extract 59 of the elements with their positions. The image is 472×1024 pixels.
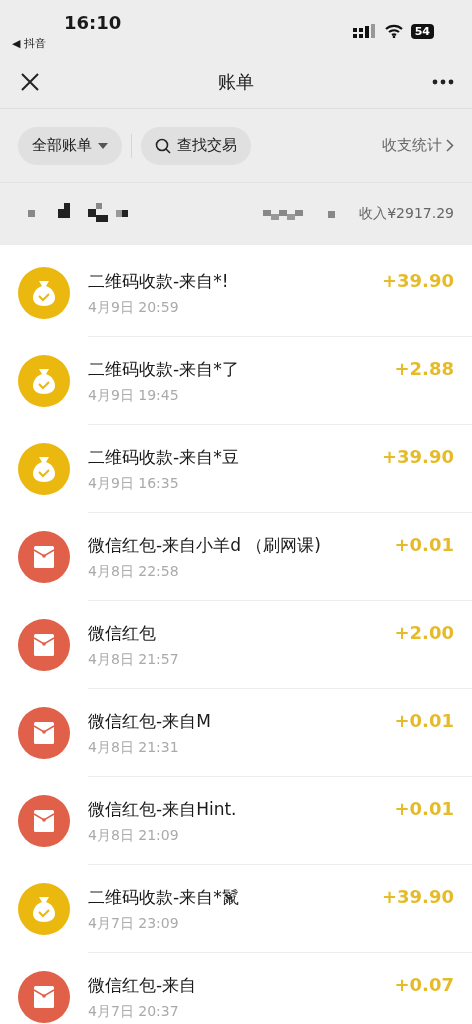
transaction-amount: +2.00 [394,621,454,645]
page-title: 账单 [218,70,254,94]
signal-icon [352,24,377,38]
close-icon[interactable] [20,72,40,92]
envelope-icon [18,707,70,759]
transaction-title: 二维码收款-来自*! [88,270,230,293]
wifi-icon [384,24,403,38]
transaction-row[interactable]: 二维码收款-来自*了 4月9日 19:45 +2.88 [0,337,472,425]
transaction-row[interactable]: 微信红包-来自小羊d （刷网课) 4月8日 22:58 +0.01 [0,513,472,601]
envelope-icon [18,795,70,847]
transaction-row[interactable]: 二维码收款-来自*鬣 4月7日 23:09 +39.90 [0,865,472,953]
transaction-time: 4月7日 20:37 [88,1002,180,1020]
transaction-title: 微信红包-来自小羊d （刷网课) [88,534,322,557]
envelope-icon [18,531,70,583]
search-transactions-button[interactable]: 查找交易 [141,126,251,165]
transaction-amount: +0.01 [394,797,454,821]
transaction-title: 微信红包-来自 [88,974,198,997]
transaction-amount: +0.07 [394,973,454,997]
transaction-time: 4月9日 20:59 [88,298,180,316]
transaction-title: 二维码收款-来自*豆 [88,446,240,469]
transaction-title: 微信红包-来自Hint. [88,798,238,821]
transaction-title: 微信红包 [88,622,157,645]
money-bag-icon [18,355,70,407]
transaction-amount: +2.88 [394,357,454,381]
transaction-time: 4月8日 21:57 [88,650,180,668]
status-time: 16:10 [64,12,122,34]
transaction-amount: +39.90 [381,885,454,909]
transaction-title: 二维码收款-来自*了 [88,358,240,381]
transaction-row[interactable]: 二维码收款-来自*! 4月9日 20:59 +39.90 [0,249,472,337]
money-bag-icon [18,267,70,319]
transaction-row[interactable]: 二维码收款-来自*豆 4月9日 16:35 +39.90 [0,425,472,513]
envelope-icon [18,619,70,671]
transaction-row[interactable]: 微信红包-来自 4月7日 20:37 +0.07 [0,953,472,1024]
chevron-right-icon [446,139,454,152]
transaction-time: 4月8日 21:09 [88,826,180,844]
income-total: 收入¥2917.29 [359,205,454,223]
search-icon [155,137,171,154]
transaction-amount: +0.01 [394,709,454,733]
transaction-row[interactable]: 微信红包-来自Hint. 4月8日 21:09 +0.01 [0,777,472,865]
battery-level: 54 [410,23,434,39]
statistics-link[interactable]: 收支统计 [382,136,454,155]
bill-filter-dropdown[interactable]: 全部账单 [18,126,122,165]
transaction-amount: +0.01 [394,533,454,557]
transaction-amount: +39.90 [381,445,454,469]
transaction-amount: +39.90 [381,269,454,293]
back-to-app-link[interactable]: ◀ 抖音 [12,37,122,51]
transaction-time: 4月8日 22:58 [88,562,180,580]
money-bag-icon [18,883,70,935]
more-icon[interactable] [432,79,454,85]
transaction-title: 微信红包-来自M [88,710,212,733]
transaction-time: 4月9日 19:45 [88,386,180,404]
dropdown-caret-icon [98,142,108,149]
transaction-time: 4月7日 23:09 [88,914,180,932]
money-bag-icon [18,443,70,495]
transaction-time: 4月8日 21:31 [88,738,180,756]
transaction-row[interactable]: 微信红包 4月8日 21:57 +2.00 [0,601,472,689]
transaction-title: 二维码收款-来自*鬣 [88,886,240,909]
transaction-time: 4月9日 16:35 [88,474,180,492]
transaction-row[interactable]: 微信红包-来自M 4月8日 21:31 +0.01 [0,689,472,777]
